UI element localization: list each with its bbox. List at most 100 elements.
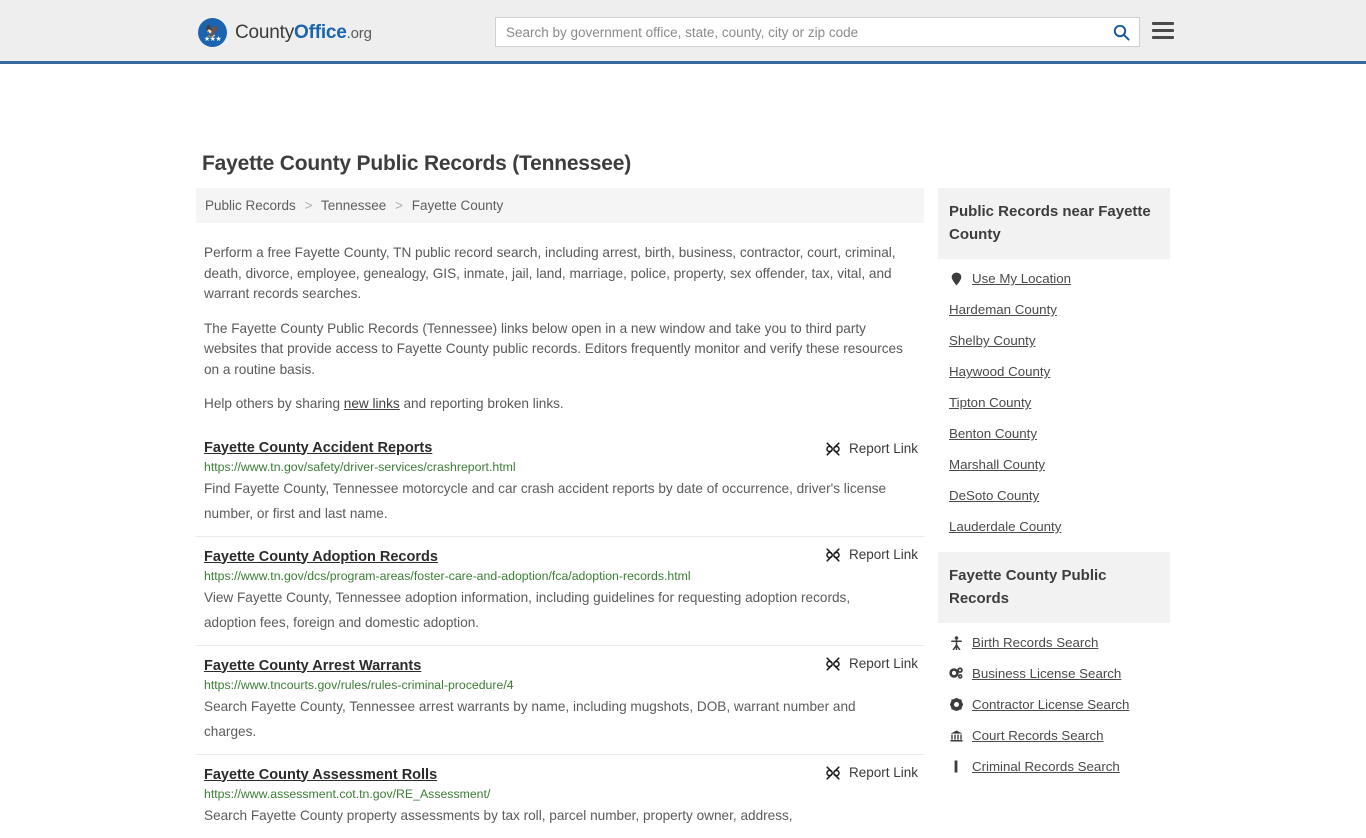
broken-link-icon — [826, 547, 840, 562]
list-item-hardeman-county[interactable]: Hardeman County — [938, 294, 1170, 325]
result-url: https://www.tn.gov/safety/driver-service… — [204, 459, 516, 474]
result-title-link[interactable]: Fayette County Arrest Warrants — [204, 658, 421, 674]
search-button[interactable] — [1103, 18, 1139, 46]
report-link-button[interactable]: Report Link — [825, 441, 918, 457]
search-box — [495, 17, 1140, 47]
nearby-item-label[interactable]: Use My Location — [972, 271, 1071, 286]
result-title-link[interactable]: Fayette County Adoption Records — [204, 549, 438, 565]
breadcrumb-item-tennessee[interactable]: Tennessee — [321, 198, 386, 213]
report-link-button[interactable]: Report Link — [825, 765, 918, 781]
result-description: Search Fayette County property assessmen… — [204, 807, 793, 823]
report-link-label: Report Link — [848, 656, 918, 671]
result-description: View Fayette County, Tennessee adoption … — [204, 589, 851, 630]
breadcrumb: Public Records > Tennessee > Fayette Cou… — [196, 188, 924, 223]
logo-text-bold: Office — [294, 21, 347, 43]
hamburger-bar — [1152, 29, 1174, 32]
result-description: Find Fayette County, Tennessee motorcycl… — [204, 480, 887, 521]
nearby-item-label[interactable]: Benton County — [949, 426, 1037, 441]
result-url: https://www.tncourts.gov/rules/rules-cri… — [204, 677, 514, 692]
hamburger-bar — [1152, 36, 1174, 39]
intro-paragraph-1: Perform a free Fayette County, TN public… — [204, 245, 896, 301]
logo-text: CountyOffice.org — [235, 22, 372, 44]
list-item-marshall-county[interactable]: Marshall County — [938, 449, 1170, 480]
list-item-birth-records-search[interactable]: Birth Records Search — [938, 627, 1170, 658]
nearby-item-label[interactable]: DeSoto County — [949, 488, 1039, 503]
nearby-item-label[interactable]: Tipton County — [949, 395, 1031, 410]
records-item-label[interactable]: Business License Search — [972, 666, 1121, 681]
result-title-link[interactable]: Fayette County Assessment Rolls — [204, 767, 437, 783]
list-item-lauderdale-county[interactable]: Lauderdale County — [938, 511, 1170, 542]
broken-link-icon — [826, 441, 840, 456]
baby-icon — [949, 635, 963, 650]
list-item-benton-county[interactable]: Benton County — [938, 418, 1170, 449]
cogs-icon — [949, 667, 963, 680]
results-list: Fayette County Accident Reports https://… — [196, 431, 924, 838]
main-content: Public Records > Tennessee > Fayette Cou… — [196, 188, 924, 838]
records-item-label[interactable]: Birth Records Search — [972, 635, 1098, 650]
intro-p3-after: and reporting broken links. — [399, 396, 564, 411]
report-link-button[interactable]: Report Link — [825, 547, 918, 563]
gavel-icon — [949, 760, 963, 773]
records-item-label[interactable]: Criminal Records Search — [972, 759, 1120, 774]
site-header: 🦅 ★★★ CountyOffice.org — [0, 0, 1366, 64]
page-title: Fayette County Public Records (Tennessee… — [202, 152, 632, 175]
list-item-use-my-location[interactable]: Use My Location — [938, 263, 1170, 294]
nearby-records-card: Public Records near Fayette County Use M… — [938, 188, 1170, 542]
breadcrumb-separator: > — [304, 198, 313, 213]
nearby-item-label[interactable]: Hardeman County — [949, 302, 1057, 317]
logo-text-suffix: .org — [346, 24, 372, 42]
map-pin-icon — [949, 272, 963, 286]
broken-link-icon — [826, 656, 840, 671]
result-item: Fayette County Accident Reports https://… — [196, 431, 924, 536]
county-records-heading: Fayette County Public Records — [938, 552, 1170, 623]
list-item-desoto-county[interactable]: DeSoto County — [938, 480, 1170, 511]
records-item-label[interactable]: Court Records Search — [972, 728, 1104, 743]
hamburger-menu-icon[interactable] — [1152, 22, 1174, 39]
result-item: Fayette County Adoption Records https://… — [196, 535, 924, 645]
report-link-button[interactable]: Report Link — [825, 656, 918, 672]
breadcrumb-separator: > — [395, 198, 403, 213]
breadcrumb-item-fayette-county[interactable]: Fayette County — [412, 198, 504, 213]
nearby-item-label[interactable]: Lauderdale County — [949, 519, 1061, 534]
list-item-contractor-license-search[interactable]: Contractor License Search — [938, 689, 1170, 720]
result-item: Fayette County Arrest Warrants https://w… — [196, 644, 924, 754]
nearby-records-heading: Public Records near Fayette County — [938, 188, 1170, 259]
eagle-seal-icon: 🦅 ★★★ — [198, 18, 227, 47]
list-item-haywood-county[interactable]: Haywood County — [938, 356, 1170, 387]
intro-paragraph-2: The Fayette County Public Records (Tenne… — [204, 320, 903, 377]
report-link-label: Report Link — [848, 441, 918, 456]
search-input[interactable] — [496, 18, 1103, 46]
search-icon — [1113, 24, 1130, 41]
logo-text-prefix: County — [235, 21, 295, 43]
result-item: Fayette County Assessment Rolls https://… — [196, 753, 924, 838]
list-item-business-license-search[interactable]: Business License Search — [938, 658, 1170, 689]
bank-icon — [949, 730, 963, 742]
list-item-tipton-county[interactable]: Tipton County — [938, 387, 1170, 418]
county-records-card: Fayette County Public Records Birth Reco… — [938, 552, 1170, 782]
result-url: https://www.tn.gov/dcs/program-areas/fos… — [204, 568, 691, 583]
report-link-label: Report Link — [848, 547, 918, 562]
sidebar: Public Records near Fayette County Use M… — [938, 188, 1170, 792]
nearby-item-label[interactable]: Shelby County — [949, 333, 1035, 348]
nearby-item-label[interactable]: Haywood County — [949, 364, 1050, 379]
nearby-item-label[interactable]: Marshall County — [949, 457, 1045, 472]
list-item-criminal-records-search[interactable]: Criminal Records Search — [938, 751, 1170, 782]
nearby-county-list: Use My Location Hardeman County Shelby C… — [938, 259, 1170, 542]
result-url: https://www.assessment.cot.tn.gov/RE_Ass… — [204, 786, 491, 801]
list-item-shelby-county[interactable]: Shelby County — [938, 325, 1170, 356]
result-description: Search Fayette County, Tennessee arrest … — [204, 698, 856, 739]
hamburger-bar — [1152, 22, 1174, 25]
new-links-link[interactable]: new links — [344, 396, 400, 411]
list-item-court-records-search[interactable]: Court Records Search — [938, 720, 1170, 751]
breadcrumb-item-public-records[interactable]: Public Records — [205, 198, 296, 213]
site-logo[interactable]: 🦅 ★★★ CountyOffice.org — [198, 18, 372, 47]
broken-link-icon — [826, 765, 840, 780]
intro-section: Perform a free Fayette County, TN public… — [196, 243, 924, 415]
county-records-list: Birth Records Search Business License Se… — [938, 623, 1170, 782]
records-item-label[interactable]: Contractor License Search — [972, 697, 1129, 712]
result-title-link[interactable]: Fayette County Accident Reports — [204, 440, 432, 456]
report-link-label: Report Link — [848, 765, 918, 780]
intro-p3-before: Help others by sharing — [204, 396, 344, 411]
intro-paragraph-3: Help others by sharing new links and rep… — [204, 394, 916, 415]
gear-icon — [949, 698, 963, 711]
